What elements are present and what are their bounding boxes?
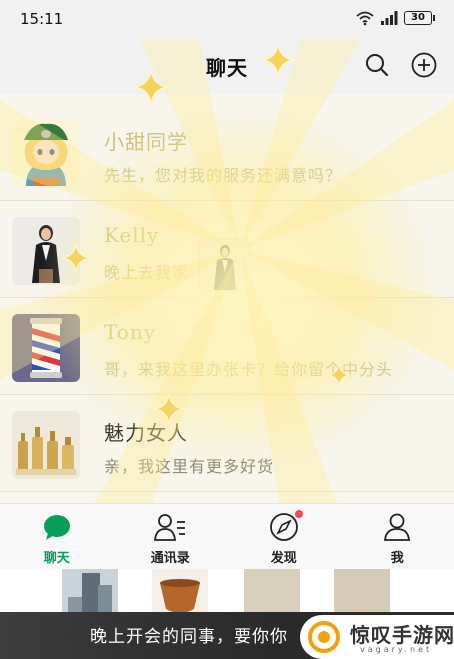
status-time: 15:11 <box>20 10 64 28</box>
chat-last-message: 哥，来我这里办张卡？给你留个中分头 <box>104 360 394 379</box>
chat-last-message: 晚上去我家 <box>104 263 190 282</box>
add-icon[interactable] <box>410 51 438 79</box>
tab-label: 我 <box>390 551 404 566</box>
message-photo-thumbnail[interactable] <box>200 240 250 290</box>
signal-icon <box>381 11 398 25</box>
search-icon[interactable] <box>364 52 390 78</box>
chat-item-meili[interactable]: 魅力女人 亲，我这里有更多好货 <box>0 395 454 492</box>
avatar <box>12 314 80 382</box>
site-name: 惊叹手游网 <box>350 623 454 647</box>
header: 聊天 <box>0 40 454 94</box>
avatar <box>12 120 80 188</box>
chat-last-message: 先生，您对我的服务还满意吗？ <box>104 166 343 185</box>
tab-label: 通讯录 <box>150 551 190 566</box>
chat-last-message: 亲，我这里有更多好货 <box>104 457 275 476</box>
subtitle-text: 晚上开会的同事，要你你 <box>90 627 288 647</box>
chat-name: Kelly <box>104 223 160 247</box>
chat-bubble-icon <box>43 515 70 540</box>
chat-list: 小甜同学 先生，您对我的服务还满意吗？ Kelly 晚上去我家 Tony 哥，来… <box>0 104 454 492</box>
avatar <box>12 217 80 285</box>
avatar <box>12 411 80 479</box>
tab-discover[interactable]: 发现 <box>227 504 341 570</box>
wifi-icon <box>356 11 374 26</box>
tab-label: 发现 <box>270 551 297 566</box>
tab-label: 聊天 <box>43 551 70 566</box>
site-url: vagary.net <box>360 645 433 654</box>
battery-icon: 30 <box>404 11 435 25</box>
game-screen: 15:11 30 聊天 小甜同学 先生，您对我的服务还满意吗？ Kelly 晚上… <box>0 0 454 659</box>
tab-contacts[interactable]: 通讯录 <box>114 504 228 570</box>
chat-item-tony[interactable]: Tony 哥，来我这里办张卡？给你留个中分头 <box>0 298 454 395</box>
status-bar: 15:11 30 <box>0 0 454 40</box>
tab-me[interactable]: 我 <box>341 504 454 570</box>
person-icon <box>384 513 411 541</box>
site-logo-icon <box>308 621 340 653</box>
contacts-icon <box>154 514 186 541</box>
notification-badge <box>295 510 303 518</box>
compass-icon <box>269 513 298 541</box>
tab-bar: 聊天 通讯录 发现 我 <box>0 503 454 570</box>
battery-level: 30 <box>411 12 425 23</box>
chat-name: 魅力女人 <box>104 421 188 445</box>
status-icons: 30 <box>356 10 435 26</box>
chat-name: Tony <box>104 320 157 344</box>
chat-name: 小甜同学 <box>104 130 188 154</box>
site-watermark: 惊叹手游网 vagary.net <box>300 615 454 659</box>
tab-chat[interactable]: 聊天 <box>0 504 114 570</box>
chat-item-xiaotian[interactable]: 小甜同学 先生，您对我的服务还满意吗？ <box>0 104 454 201</box>
